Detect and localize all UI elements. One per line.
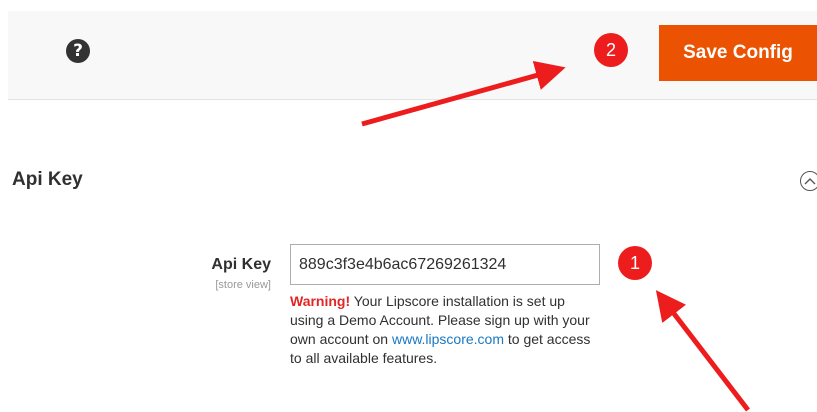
warning-label: Warning! — [290, 293, 351, 309]
collapse-chevron-icon[interactable] — [800, 171, 817, 191]
section-title[interactable]: Api Key — [12, 167, 83, 193]
api-key-note: Warning! Your Lipscore installation is s… — [290, 292, 602, 368]
api-key-input[interactable] — [290, 244, 600, 285]
annotation-marker-1: 1 — [618, 246, 652, 280]
save-config-button[interactable]: Save Config — [659, 25, 817, 81]
api-key-scope: [store view] — [215, 279, 271, 291]
help-icon[interactable]: ? — [66, 39, 90, 63]
arrow-to-api-key-input — [655, 290, 750, 412]
lipscore-link[interactable]: www.lipscore.com — [392, 331, 504, 347]
api-key-label: Api Key — [211, 256, 271, 273]
annotation-marker-2: 2 — [594, 33, 628, 67]
